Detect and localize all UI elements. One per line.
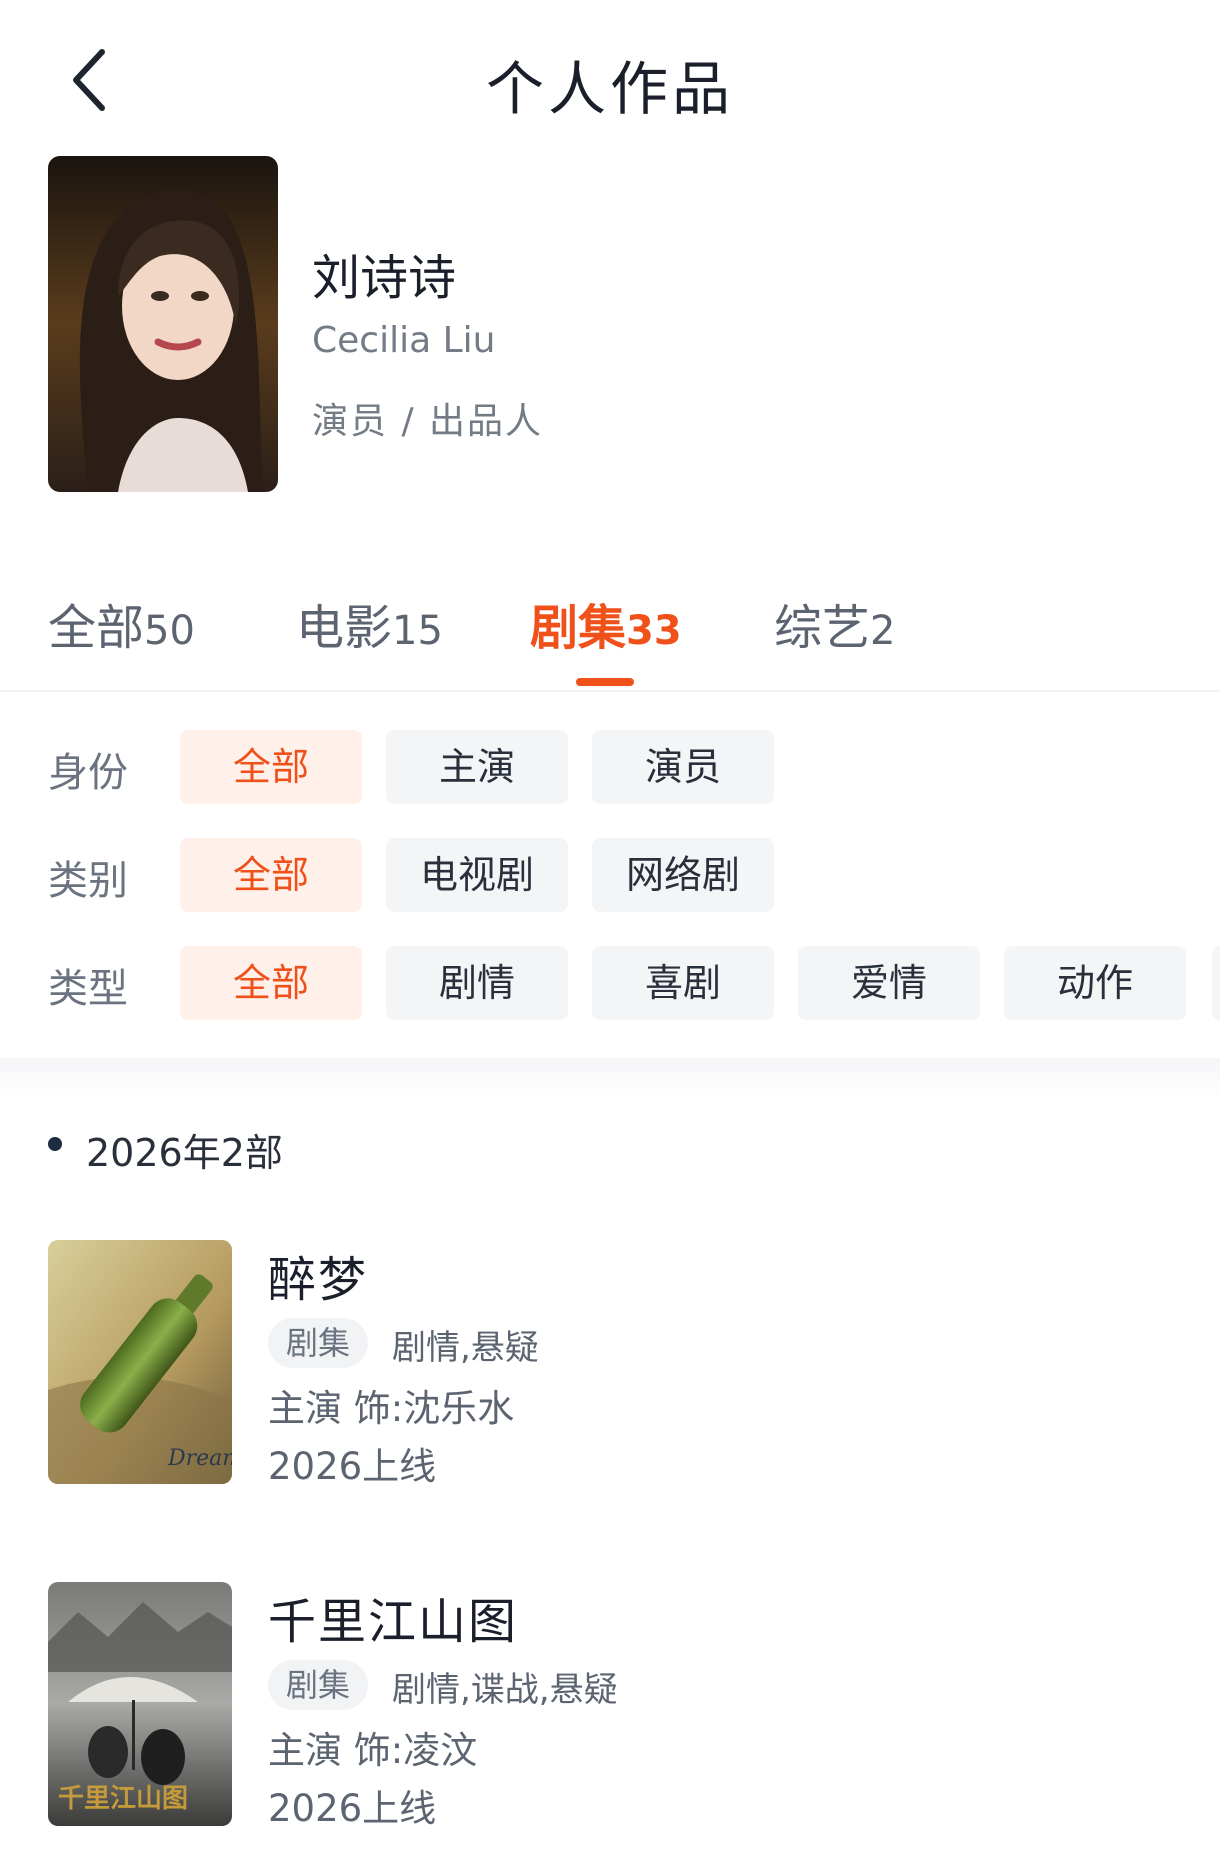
filter-chip-romance[interactable]: 爱情 [798, 946, 980, 1020]
work-genres: 剧情,谍战,悬疑 [392, 1670, 618, 1710]
filter-label: 类型 [48, 966, 128, 1012]
tab-label: 剧集 [530, 600, 627, 656]
filter-row-category: 类别 全部 电视剧 网络剧 [0, 838, 1220, 914]
filter-chip-drama[interactable]: 剧情 [386, 946, 568, 1020]
bullet-dot [48, 1137, 62, 1151]
person-name: 刘诗诗 [312, 250, 457, 306]
work-item[interactable]: Dream 醉梦 剧集 剧情,悬疑 主演 饰:沈乐水 2026上线 [48, 1240, 1172, 1490]
profile-card: 刘诗诗 Cecilia Liu 演员 / 出品人 [48, 156, 1172, 496]
section-divider [0, 1058, 1220, 1098]
filter-chip-actor[interactable]: 演员 [592, 730, 774, 804]
svg-text:Dream: Dream [167, 1446, 232, 1471]
person-roles: 演员 / 出品人 [312, 401, 544, 442]
filter-row-genre: 类型 全部 剧情 喜剧 爱情 动作 [0, 946, 1220, 1022]
svg-text:千里江山图: 千里江山图 [58, 1784, 188, 1814]
tab-label: 电影 [296, 600, 393, 656]
tab-count: 50 [144, 608, 195, 654]
filter-chip-overflow[interactable] [1212, 946, 1220, 1020]
page-title: 个人作品 [485, 55, 734, 123]
poster-image: Dream [48, 1240, 232, 1484]
filter-chip-comedy[interactable]: 喜剧 [592, 946, 774, 1020]
poster-image: 千里江山图 [48, 1582, 232, 1826]
landscape-poster: 千里江山图 [48, 1582, 232, 1826]
work-title: 千里江山图 [268, 1594, 519, 1650]
tab-movies[interactable]: 电影15 [296, 588, 443, 658]
tab-count: 2 [870, 608, 896, 654]
year-group-heading: 2026年2部 [86, 1131, 283, 1175]
work-genres: 剧情,悬疑 [392, 1328, 539, 1368]
filter-chip-action[interactable]: 动作 [1004, 946, 1186, 1020]
work-role: 主演 饰:沈乐水 [268, 1387, 515, 1430]
tab-label: 综艺 [774, 600, 871, 656]
filter-row-identity: 身份 全部 主演 演员 [0, 730, 1220, 806]
work-type-badge: 剧集 [268, 1318, 369, 1368]
filter-chip-all[interactable]: 全部 [180, 946, 362, 1020]
category-tabs: 全部50 电影15 剧集33 综艺2 [0, 570, 1220, 692]
filter-label: 身份 [48, 750, 128, 796]
work-item[interactable]: 千里江山图 千里江山图 剧集 剧情,谍战,悬疑 主演 饰:凌汶 2026上线 [48, 1582, 1172, 1832]
bottle-poster: Dream [48, 1240, 232, 1484]
filter-chip-all[interactable]: 全部 [180, 730, 362, 804]
tab-count: 15 [392, 608, 443, 654]
work-release: 2026上线 [268, 1445, 437, 1488]
tab-series[interactable]: 剧集33 [530, 588, 682, 658]
work-title: 醉梦 [268, 1252, 369, 1308]
filter-chip-all[interactable]: 全部 [180, 838, 362, 912]
person-english-name: Cecilia Liu [312, 320, 496, 361]
work-type-badge: 剧集 [268, 1660, 369, 1710]
filter-chip-web[interactable]: 网络剧 [592, 838, 774, 912]
filter-label: 类别 [48, 858, 128, 904]
work-role: 主演 饰:凌汶 [268, 1729, 478, 1772]
filter-panel: 身份 全部 主演 演员 类别 全部 电视剧 网络剧 类型 全部 剧情 喜剧 爱情… [0, 700, 1220, 1060]
filter-chip-tv[interactable]: 电视剧 [386, 838, 568, 912]
top-bar: 个人作品 [0, 0, 1220, 160]
avatar-photo [48, 156, 278, 492]
filter-chip-lead[interactable]: 主演 [386, 730, 568, 804]
tab-count: 33 [626, 608, 682, 654]
active-tab-indicator [576, 678, 634, 686]
tab-variety[interactable]: 综艺2 [774, 588, 895, 658]
work-release: 2026上线 [268, 1787, 437, 1830]
tab-label: 全部 [48, 600, 145, 656]
tab-all[interactable]: 全部50 [48, 588, 195, 658]
avatar[interactable] [48, 156, 278, 492]
